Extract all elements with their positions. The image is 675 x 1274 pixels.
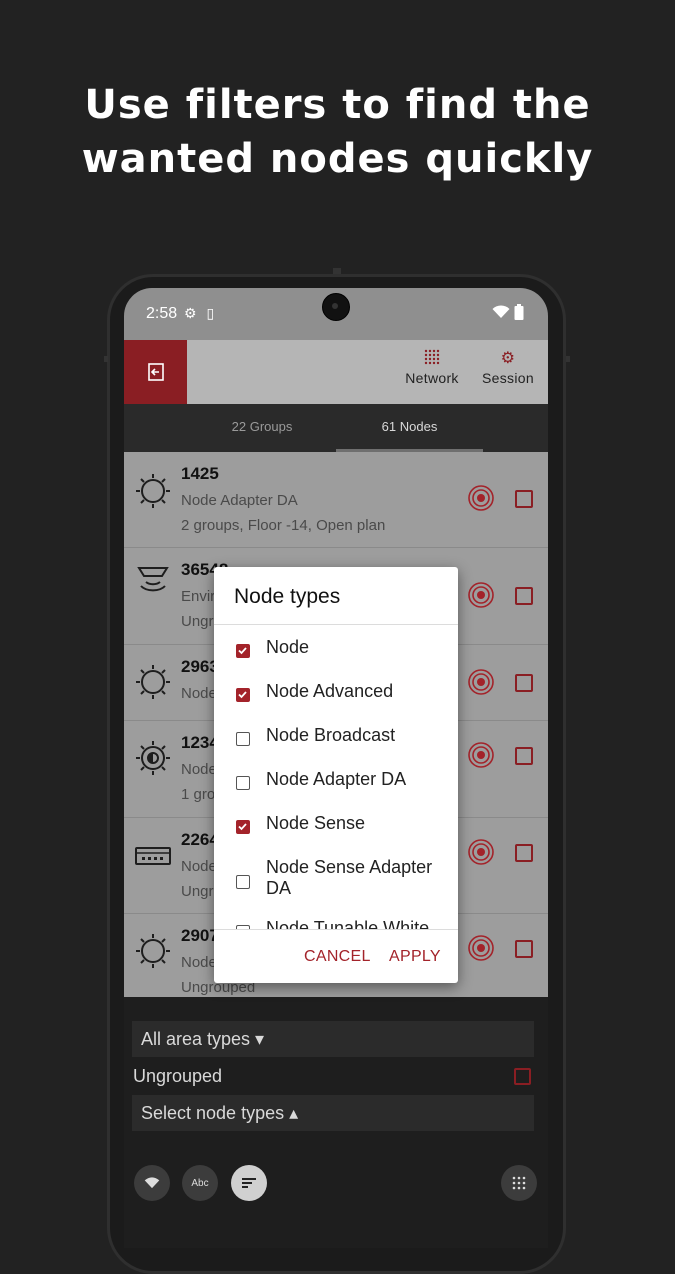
node-types-dialog: Node types Node Node Advanced Node Broad… <box>214 567 458 983</box>
sun-icon <box>136 934 170 968</box>
grid-icon <box>512 1176 526 1190</box>
sun-icon <box>136 665 170 699</box>
select-checkbox[interactable] <box>515 747 533 765</box>
camera-cutout <box>322 293 350 321</box>
wifi-filter-button[interactable] <box>134 1165 170 1201</box>
sim-status-icon: ▯ <box>206 305 215 321</box>
gear-icon: ⚙ <box>500 350 516 367</box>
node-types-dropdown[interactable]: Select node types ▴ <box>132 1095 534 1131</box>
phone-side-nub-right <box>566 356 570 362</box>
identify-target-icon[interactable] <box>468 485 494 511</box>
exit-icon <box>147 363 164 381</box>
abc-label: Abc <box>191 1177 209 1189</box>
session-label: Session <box>482 370 534 386</box>
option-label: Node Adapter DA <box>266 769 407 789</box>
status-time: 2:58 <box>146 305 178 322</box>
checkbox-unchecked[interactable] <box>236 776 250 790</box>
cancel-button[interactable]: CANCEL <box>304 948 371 966</box>
network-button[interactable]: Network <box>397 348 467 386</box>
status-left-icons: ⚙ ▯ <box>184 305 214 322</box>
dialog-divider-bottom <box>214 929 458 930</box>
node-row[interactable]: 1425 Node Adapter DA 2 groups, Floor -14… <box>124 452 548 548</box>
select-checkbox[interactable] <box>515 587 533 605</box>
status-bar: 2:58 ⚙ ▯ <box>124 288 548 340</box>
checkbox-checked[interactable] <box>236 688 250 702</box>
settings-status-icon: ⚙ <box>184 305 197 321</box>
identify-target-icon[interactable] <box>468 742 494 768</box>
exit-button[interactable] <box>124 340 187 404</box>
option-label: Node Tunable White <box>266 918 430 929</box>
identify-target-icon[interactable] <box>468 582 494 608</box>
node-type: Node Adapter DA <box>181 492 298 509</box>
ceiling-sensor-icon <box>137 567 169 592</box>
status-right-icons <box>492 304 524 322</box>
identify-target-icon[interactable] <box>468 935 494 961</box>
box-device-icon <box>135 847 171 865</box>
node-type: Node <box>181 858 217 875</box>
filters-panel: All area types ▾ Ungrouped Select node t… <box>124 997 548 1248</box>
apply-button[interactable]: APPLY <box>389 948 441 966</box>
filter-button[interactable] <box>231 1165 267 1201</box>
half-sun-icon <box>136 741 170 775</box>
option-label: Node Sense <box>266 813 366 833</box>
select-checkbox[interactable] <box>515 490 533 508</box>
node-type: Node <box>181 761 217 778</box>
option-label: Node Advanced <box>266 681 394 701</box>
node-type: Node <box>181 954 217 971</box>
headline-line-1: Use filters to find the <box>84 82 591 128</box>
option-label: Node Sense Adapter DA <box>266 857 433 898</box>
node-type-options: Node Node Advanced Node Broadcast Node A… <box>214 625 458 929</box>
select-checkbox[interactable] <box>515 940 533 958</box>
tab-groups[interactable]: 22 Groups <box>187 404 337 452</box>
headline-line-2: wanted nodes quickly <box>81 136 594 182</box>
node-id: 1425 <box>181 464 219 483</box>
ungrouped-label: Ungrouped <box>133 1066 223 1086</box>
sort-alphabetical-button[interactable]: Abc <box>182 1165 218 1201</box>
checkbox-unchecked[interactable] <box>236 875 250 889</box>
checkbox-unchecked[interactable] <box>236 732 250 746</box>
session-button[interactable]: ⚙ Session <box>473 348 543 386</box>
select-checkbox[interactable] <box>515 674 533 692</box>
node-groups: 1 gro <box>181 786 216 803</box>
sun-icon <box>136 474 170 508</box>
grid-icon <box>397 348 467 370</box>
tab-bar: 22 Groups 61 Nodes <box>124 404 548 452</box>
battery-icon <box>514 304 524 320</box>
app-bar: Network ⚙ Session <box>124 340 548 404</box>
dialog-title: Node types <box>234 585 341 608</box>
check-icon <box>238 647 247 655</box>
tab-nodes[interactable]: 61 Nodes <box>336 404 483 452</box>
check-icon <box>238 691 247 699</box>
option-label: Node Broadcast <box>266 725 396 745</box>
select-checkbox[interactable] <box>515 844 533 862</box>
filter-lines-icon <box>242 1178 256 1188</box>
node-type: Envir <box>181 588 216 605</box>
checkbox-checked[interactable] <box>236 820 250 834</box>
phone-top-nub <box>333 268 341 274</box>
network-label: Network <box>405 370 459 386</box>
node-groups: 2 groups, Floor -14, Open plan <box>181 517 386 534</box>
ungrouped-checkbox[interactable] <box>514 1068 531 1085</box>
headline: Use filters to find the wanted nodes qui… <box>0 78 675 186</box>
phone-side-nub-left <box>104 356 108 362</box>
node-type: Node <box>181 685 217 702</box>
identify-target-icon[interactable] <box>468 839 494 865</box>
area-types-dropdown[interactable]: All area types ▾ <box>132 1021 534 1057</box>
wifi-icon <box>144 1177 160 1189</box>
identify-target-icon[interactable] <box>468 669 494 695</box>
check-icon <box>238 823 247 831</box>
grid-view-button[interactable] <box>501 1165 537 1201</box>
option-label: Node <box>266 637 310 657</box>
wifi-icon <box>492 305 510 318</box>
checkbox-checked[interactable] <box>236 644 250 658</box>
